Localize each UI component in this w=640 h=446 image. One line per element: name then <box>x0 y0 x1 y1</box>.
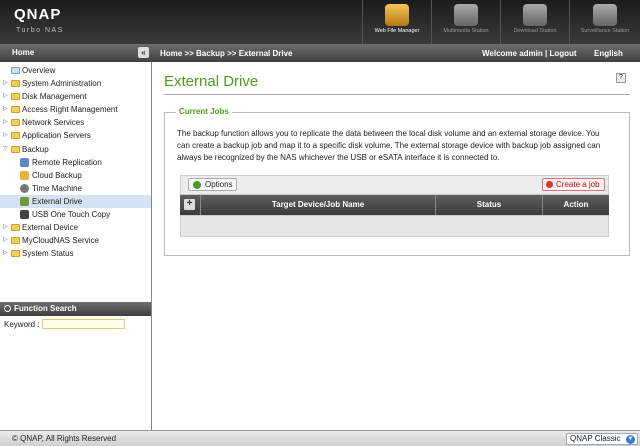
function-search-header: Function Search <box>0 302 151 316</box>
cloud-icon <box>20 170 29 180</box>
app-label: Web File Manager <box>374 28 420 34</box>
expand-arrow-icon[interactable]: ▷ <box>3 116 8 129</box>
options-button[interactable]: Options <box>188 178 237 191</box>
folder-icon <box>11 250 20 258</box>
sidebar-item-system-administration[interactable]: ▷ System Administration <box>0 77 151 90</box>
welcome-logout[interactable]: Welcome admin | Logout <box>482 49 577 58</box>
expand-arrow-icon[interactable]: ▷ <box>3 90 8 103</box>
folder-icon <box>11 237 20 245</box>
sidebar-item-external-device[interactable]: ▷ External Device <box>0 221 151 234</box>
breadcrumb: Home >> Backup >> External Drive <box>160 49 293 58</box>
keyword-input[interactable] <box>42 319 125 329</box>
folder-icon <box>11 119 20 127</box>
app-multimedia-station[interactable]: Multimedia Station <box>431 0 500 44</box>
magnifier-folder-icon <box>385 4 409 26</box>
current-jobs-title: Current Jobs <box>176 107 232 116</box>
sidebar-item-time-machine[interactable]: Time Machine <box>0 182 151 195</box>
footer: © QNAP, All Rights Reserved QNAP Classic… <box>0 430 640 446</box>
sidebar-item-cloud-backup[interactable]: Cloud Backup <box>0 169 151 182</box>
expand-arrow-icon[interactable]: ▷ <box>3 103 8 116</box>
folder-icon <box>11 106 20 114</box>
folder-icon <box>11 224 20 232</box>
camera-icon <box>593 4 617 26</box>
title-divider <box>164 94 630 95</box>
app-label: Surveillance Station <box>580 28 630 34</box>
logo-subtitle: Turbo NAS <box>16 27 64 34</box>
sidebar-item-external-drive[interactable]: External Drive <box>0 194 151 209</box>
sidebar-item-application-servers[interactable]: ▷ Application Servers <box>0 129 151 142</box>
navigation-tree: Overview ▷ System Administration ▷ Disk Ma… <box>0 64 151 260</box>
expand-all-icon[interactable]: + <box>184 199 195 210</box>
sidebar: Overview ▷ System Administration ▷ Disk Ma… <box>0 62 152 430</box>
sidebar-item-usb-one-touch-copy[interactable]: USB One Touch Copy <box>0 208 151 221</box>
sidebar-item-access-right-management[interactable]: ▷ Access Right Management <box>0 103 151 116</box>
language-select[interactable]: English <box>594 49 623 58</box>
jobs-table-body <box>180 215 609 237</box>
chevron-down-icon: ▼ <box>626 435 635 444</box>
expand-arrow-icon[interactable]: ▷ <box>3 221 8 234</box>
app-web-file-manager[interactable]: Web File Manager <box>362 0 431 44</box>
theme-select[interactable]: QNAP Classic ▼ <box>566 433 638 445</box>
apple-icon <box>20 183 29 193</box>
sidebar-item-system-status[interactable]: ▷ System Status <box>0 247 151 260</box>
function-search-title: Function Search <box>14 304 77 313</box>
sidebar-item-backup[interactable]: ▽ Backup <box>0 143 151 156</box>
search-icon <box>4 305 11 312</box>
jobs-description: The backup function allows you to replic… <box>177 129 601 162</box>
main-content: External Drive ? Current Jobs The backup… <box>154 62 640 430</box>
folder-icon <box>11 93 20 101</box>
replication-icon <box>20 157 29 167</box>
collapse-arrow-icon[interactable]: ▽ <box>3 143 8 156</box>
expand-arrow-icon[interactable]: ▷ <box>3 77 8 90</box>
qnap-logo: QNAP <box>14 6 62 23</box>
page-title: External Drive <box>164 73 259 90</box>
column-action[interactable]: Action <box>542 195 609 215</box>
column-status[interactable]: Status <box>435 195 542 215</box>
help-icon[interactable]: ? <box>616 73 626 83</box>
sidebar-item-overview[interactable]: Overview <box>0 64 151 77</box>
navigation-bar: Home « Home >> Backup >> External Drive … <box>0 44 640 62</box>
create-icon <box>546 181 553 188</box>
folder-icon <box>11 80 20 88</box>
overview-icon <box>11 67 20 74</box>
collapse-sidebar-icon[interactable]: « <box>138 47 149 58</box>
home-label[interactable]: Home <box>12 48 34 57</box>
folder-icon <box>11 132 20 140</box>
app-surveillance-station[interactable]: Surveillance Station <box>569 0 640 44</box>
download-icon <box>523 4 547 26</box>
jobs-table-header: + Target Device/Job Name Status Action <box>180 195 609 215</box>
sidebar-item-remote-replication[interactable]: Remote Replication <box>0 156 151 169</box>
folder-open-icon <box>11 145 20 153</box>
copyright-text: © QNAP, All Rights Reserved <box>12 434 117 443</box>
create-job-button[interactable]: Create a job <box>542 178 605 191</box>
expand-arrow-icon[interactable]: ▷ <box>3 247 8 260</box>
usb-icon <box>20 196 29 206</box>
sidebar-item-disk-management[interactable]: ▷ Disk Management <box>0 90 151 103</box>
arrow-right-icon <box>193 181 201 189</box>
app-label: Multimedia Station <box>443 28 489 34</box>
app-label: Download Station <box>513 28 557 34</box>
top-header: QNAP Turbo NAS Web File Manager Multimed… <box>0 0 640 44</box>
expand-arrow-icon[interactable]: ▷ <box>3 129 8 142</box>
app-download-station[interactable]: Download Station <box>500 0 569 44</box>
expand-arrow-icon[interactable]: ▷ <box>3 234 8 247</box>
sidebar-item-mycloudnas-service[interactable]: ▷ MyCloudNAS Service <box>0 234 151 247</box>
sidebar-item-network-services[interactable]: ▷ Network Services <box>0 116 151 129</box>
usb-copy-icon <box>20 210 29 220</box>
media-icon <box>454 4 478 26</box>
keyword-label: Keyword : <box>4 320 40 329</box>
column-target-device[interactable]: Target Device/Job Name <box>200 195 435 215</box>
